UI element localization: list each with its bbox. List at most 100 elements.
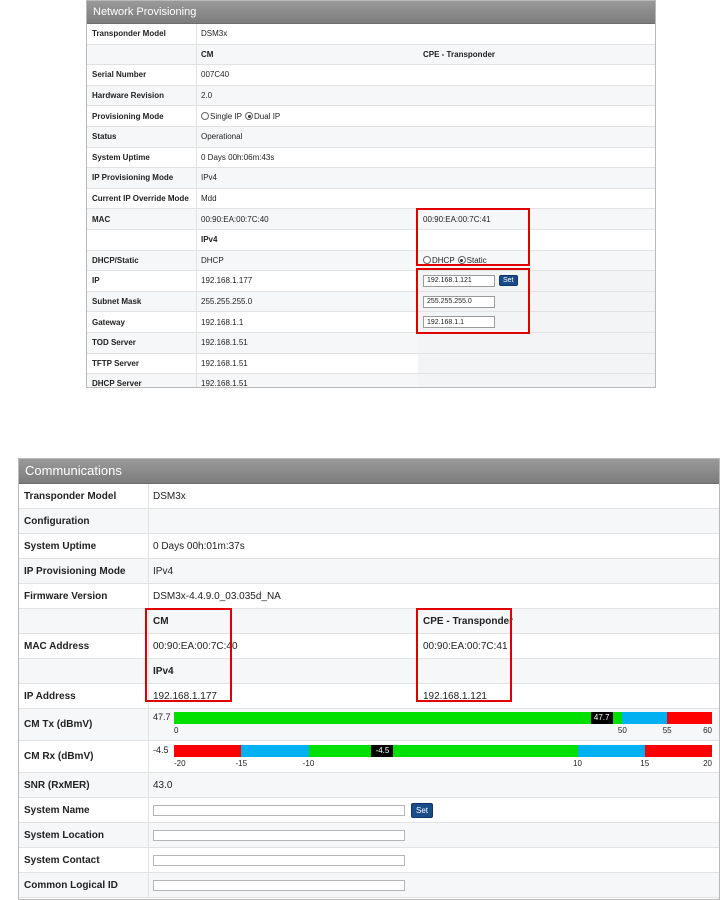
label-status: Status xyxy=(87,126,197,147)
cm-tx-tick-label: 60 xyxy=(703,726,712,735)
cm-tx-tick-label: 0 xyxy=(174,726,179,735)
value-dhcp-static-cm: DHCP xyxy=(201,255,224,265)
row-mac: MAC 00:90:EA:00:7C:40 00:90:EA:00:7C:41 xyxy=(87,209,655,230)
value-hardware-revision: 2.0 xyxy=(201,91,213,101)
label-hardware-revision: Hardware Revision xyxy=(87,85,197,106)
cm-rx-tick-label: 20 xyxy=(703,759,712,768)
row-snr: SNR (RxMER) 43.0 xyxy=(19,773,719,798)
ipv4-heading: IPv4 xyxy=(201,235,218,245)
row-system-location: System Location xyxy=(19,823,719,848)
cm-rx-level-meter: -4.5 -20 -15 -10 10 15 20 xyxy=(174,745,712,768)
row-dhcp-server: DHCP Server 192.168.1.51 xyxy=(87,374,655,388)
radio-single-ip-label: Single IP xyxy=(210,111,243,121)
cm-rx-segment xyxy=(644,745,712,757)
value-ip-provisioning-mode: IPv4 xyxy=(201,173,218,183)
value-mac-cpe: 00:90:EA:00:7C:41 xyxy=(423,214,491,224)
value-tftp-server: 192.168.1.51 xyxy=(201,358,248,368)
row-hardware-revision: Hardware Revision 2.0 xyxy=(87,85,655,107)
column-header-cm: CM xyxy=(201,49,214,59)
network-provisioning-title: Network Provisioning xyxy=(87,1,655,24)
cm-rx-segment xyxy=(174,745,242,757)
row-ip: IP 192.168.1.177 192.168.1.121 Set xyxy=(87,271,655,292)
communications-panel: Communications Transponder Model DSM3x C… xyxy=(18,458,720,900)
ip-set-button[interactable]: Set xyxy=(499,275,518,287)
common-logical-id-input[interactable] xyxy=(153,879,405,891)
value-comm-firmware-version: DSM3x-4.4.9.0_03.035d_NA xyxy=(153,590,281,602)
comm-ipv4-heading: IPv4 xyxy=(153,665,174,677)
gateway-input[interactable]: 192.168.1.1 xyxy=(423,316,495,329)
cm-rx-segment xyxy=(308,745,578,757)
row-comm-mac-address: MAC Address 00:90:EA:00:7C:40 00:90:EA:0… xyxy=(19,634,719,659)
label-system-contact: System Contact xyxy=(19,848,149,872)
label-transponder-model: Transponder Model xyxy=(87,24,197,44)
label-dhcp-static: DHCP/Static xyxy=(87,250,197,271)
row-comm-transponder-model: Transponder Model DSM3x xyxy=(19,484,719,509)
value-snr: 43.0 xyxy=(153,779,173,791)
radio-dual-ip[interactable] xyxy=(245,112,254,121)
row-subnet-mask: Subnet Mask 255.255.255.0 255.255.255.0 xyxy=(87,291,655,313)
cm-rx-tick-label: 10 xyxy=(573,759,582,768)
comm-column-header-cm: CM xyxy=(153,615,169,627)
value-dhcp-server: 192.168.1.51 xyxy=(201,379,248,388)
radio-dhcp-label: DHCP xyxy=(432,255,455,265)
communications-title: Communications xyxy=(19,459,719,484)
label-cm-tx: CM Tx (dBmV) xyxy=(19,709,149,740)
subnet-mask-input[interactable]: 255.255.255.0 xyxy=(423,295,495,308)
value-ip-cm: 192.168.1.177 xyxy=(201,276,253,286)
system-name-set-button[interactable]: Set xyxy=(411,802,434,818)
column-header-cpe: CPE - Transponder xyxy=(423,49,496,59)
cm-tx-level-meter: 47.7 0 50 55 60 xyxy=(174,712,712,735)
label-comm-configuration: Configuration xyxy=(19,509,149,533)
label-comm-ip-address: IP Address xyxy=(19,684,149,708)
radio-single-ip[interactable] xyxy=(201,112,209,121)
value-system-uptime: 0 Days 00h:06m:43s xyxy=(201,152,275,162)
label-ip: IP xyxy=(87,271,197,291)
row-tod-server: TOD Server 192.168.1.51 xyxy=(87,332,655,354)
radio-dual-ip-label: Dual IP xyxy=(254,111,281,121)
cm-tx-segment xyxy=(622,712,668,724)
cm-tx-value: 47.7 xyxy=(153,712,171,722)
row-column-headers: CM CPE - Transponder xyxy=(87,44,655,66)
label-snr: SNR (RxMER) xyxy=(19,773,149,797)
row-system-uptime: System Uptime 0 Days 00h:06m:43s xyxy=(87,147,655,169)
radio-dhcp[interactable] xyxy=(423,256,431,265)
system-location-input[interactable] xyxy=(153,829,405,841)
row-provisioning-mode: Provisioning Mode Single IP Dual IP xyxy=(87,106,655,127)
system-contact-input[interactable] xyxy=(153,854,405,866)
dhcp-static-options: DHCP Static xyxy=(418,251,655,271)
label-subnet-mask: Subnet Mask xyxy=(87,291,197,312)
cm-rx-tick-label: -20 xyxy=(174,759,186,768)
label-mac: MAC xyxy=(87,209,197,229)
row-gateway: Gateway 192.168.1.1 192.168.1.1 xyxy=(87,312,655,333)
value-gateway-cm: 192.168.1.1 xyxy=(201,317,244,327)
label-tod-server: TOD Server xyxy=(87,332,197,353)
value-mac-cm: 00:90:EA:00:7C:40 xyxy=(201,214,269,224)
value-comm-transponder-model: DSM3x xyxy=(153,490,186,502)
row-system-contact: System Contact xyxy=(19,848,719,873)
value-comm-mac-cpe: 00:90:EA:00:7C:41 xyxy=(423,640,508,652)
cm-tx-segment xyxy=(174,712,623,724)
value-tod-server: 192.168.1.51 xyxy=(201,338,248,348)
cm-rx-tick-label: -10 xyxy=(302,759,315,768)
value-transponder-model: DSM3x xyxy=(201,29,228,39)
value-status: Operational xyxy=(201,132,243,142)
value-comm-configuration xyxy=(153,509,418,533)
radio-static[interactable] xyxy=(457,256,466,265)
label-ip-provisioning-mode: IP Provisioning Mode xyxy=(87,168,197,188)
provisioning-mode-options: Single IP Dual IP xyxy=(201,106,418,126)
ip-input[interactable]: 192.168.1.121 xyxy=(423,274,495,287)
row-ip-override-mode: Current IP Override Mode Mdd xyxy=(87,188,655,210)
label-cm-rx: CM Rx (dBmV) xyxy=(19,741,149,772)
row-tftp-server: TFTP Server 192.168.1.51 xyxy=(87,353,655,375)
cm-rx-segment xyxy=(241,745,309,757)
row-transponder-model: Transponder Model DSM3x xyxy=(87,24,655,45)
value-comm-mac-cm: 00:90:EA:00:7C:40 xyxy=(153,640,238,652)
row-comm-firmware-version: Firmware Version DSM3x-4.4.9.0_03.035d_N… xyxy=(19,584,719,609)
row-status: Status Operational xyxy=(87,126,655,148)
system-name-input[interactable] xyxy=(153,804,405,816)
label-provisioning-mode: Provisioning Mode xyxy=(87,106,197,126)
cm-rx-value: -4.5 xyxy=(153,745,169,755)
row-comm-ip-provisioning-mode: IP Provisioning Mode IPv4 xyxy=(19,559,719,584)
label-comm-mac-address: MAC Address xyxy=(19,634,149,658)
value-comm-system-uptime: 0 Days 00h:01m:37s xyxy=(153,540,245,552)
